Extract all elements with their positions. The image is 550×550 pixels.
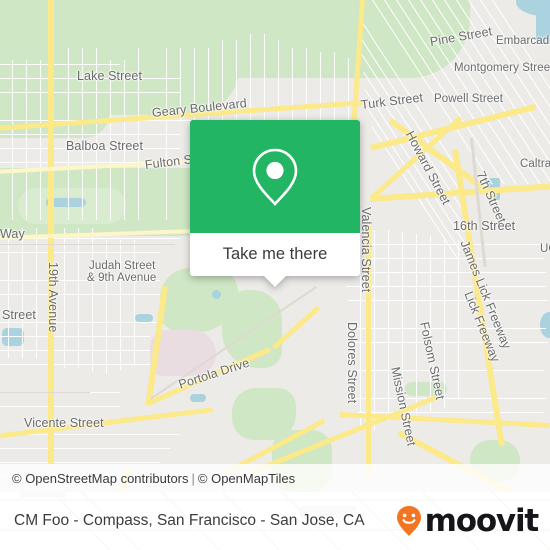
map-attribution-bar: © OpenStreetMap contributors | © OpenMapTi…: [0, 464, 550, 492]
street-label: Turk Street: [360, 90, 424, 112]
water-pond-south: [190, 394, 206, 402]
attribution-separator: |: [191, 470, 195, 486]
boundary-sf-county: [0, 244, 175, 245]
footer-bar: CM Foo - Compass, San Francisco - San Jo…: [0, 492, 550, 550]
location-title: CM Foo - Compass, San Francisco - San Jo…: [14, 512, 365, 529]
water-pond-sutro: [212, 290, 221, 299]
map-screenshot: Lake Street Geary Boulevard Balboa Street F…: [0, 0, 550, 550]
attribution-osm[interactable]: © OpenStreetMap contributors: [12, 471, 189, 486]
street-label: Valencia Street: [359, 207, 373, 293]
street-label: Powell Street: [434, 93, 504, 105]
street-label: Judah Street: [89, 260, 156, 272]
street-label: Embarcadero: [496, 35, 550, 47]
boundary-west: [0, 392, 90, 393]
map-canvas[interactable]: Lake Street Geary Boulevard Balboa Street F…: [0, 0, 550, 492]
popup-footer[interactable]: Take me there: [190, 233, 360, 287]
attribution-tiles[interactable]: © OpenMapTiles: [198, 471, 295, 486]
street-label: Street: [2, 308, 36, 322]
street-label: Caltrain: [520, 158, 550, 170]
street-label: & 9th Avenue: [87, 272, 157, 284]
street-label: 16th Street: [453, 219, 516, 233]
street-label: Vicente Street: [24, 416, 104, 430]
water-bay-southeast: [540, 312, 550, 338]
street-label: Balboa Street: [66, 139, 144, 153]
moovit-wordmark: moovit: [424, 503, 540, 539]
moovit-pin-icon: [396, 506, 421, 536]
street-label: 19th Avenue: [46, 262, 60, 333]
street-label: UC: [540, 243, 550, 255]
map-pin-icon: [252, 148, 298, 206]
popup-tail: [264, 276, 286, 287]
street-label: Way: [0, 227, 25, 241]
street-label: Lake Street: [77, 69, 143, 83]
attribution-text: © OpenStreetMap contributors | © OpenMapTi…: [0, 471, 295, 486]
street-label: Montgomery Street: [454, 62, 550, 74]
take-me-there-label: Take me there: [222, 245, 328, 263]
water-pond-lake-merced: [2, 328, 24, 346]
water-pond-pine: [135, 314, 153, 322]
street-label: Dolores Street: [345, 322, 359, 404]
moovit-logo[interactable]: moovit: [396, 503, 540, 539]
popup-header: [190, 120, 360, 233]
location-popup[interactable]: Take me there: [190, 120, 360, 287]
